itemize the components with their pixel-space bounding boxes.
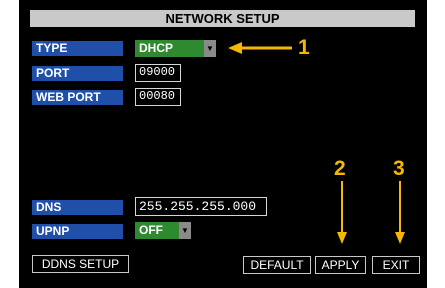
web-port-label: WEB PORT — [32, 90, 123, 105]
upnp-dropdown[interactable]: OFF — [135, 222, 179, 239]
upnp-dropdown-value: OFF — [139, 223, 163, 237]
default-button[interactable]: DEFAULT — [243, 256, 311, 274]
ddns-setup-button[interactable]: DDNS SETUP — [32, 255, 129, 273]
web-port-input[interactable]: 00080 — [135, 88, 181, 106]
page-title: NETWORK SETUP — [30, 10, 415, 27]
type-dropdown[interactable]: DHCP — [135, 40, 208, 57]
annotation-number-2: 2 — [334, 157, 346, 180]
port-label: PORT — [32, 66, 123, 81]
apply-button[interactable]: APPLY — [315, 256, 366, 274]
upnp-label: UPNP — [32, 224, 123, 239]
exit-button[interactable]: EXIT — [372, 256, 420, 274]
annotation-number-1: 1 — [298, 36, 310, 59]
chevron-down-icon[interactable]: ▼ — [179, 222, 191, 239]
type-label: TYPE — [32, 41, 123, 56]
chevron-down-icon[interactable]: ▼ — [204, 40, 216, 57]
type-dropdown-value: DHCP — [139, 41, 174, 55]
dns-input[interactable]: 255.255.255.000 — [135, 197, 267, 216]
port-input[interactable]: 09000 — [135, 64, 181, 82]
annotation-number-3: 3 — [393, 157, 405, 180]
dns-label: DNS — [32, 200, 123, 215]
